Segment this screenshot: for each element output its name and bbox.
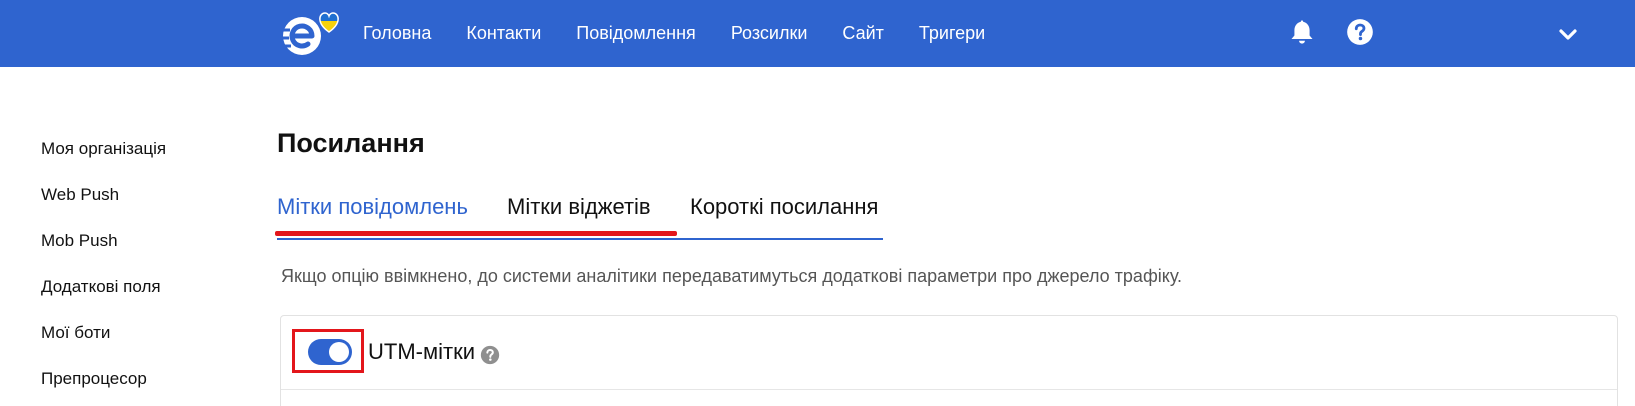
settings-sidebar: Моя організація Web Push Mob Push Додатк… [41, 136, 261, 406]
bell-icon[interactable] [1288, 18, 1316, 46]
sidebar-item-preprocessor[interactable]: Препроцесор [41, 366, 261, 406]
panel-divider [281, 389, 1617, 390]
utm-toggle[interactable] [308, 339, 352, 365]
top-navbar: Головна Контакти Повідомлення Розсилки С… [0, 0, 1635, 67]
sidebar-item-my-organization[interactable]: Моя організація [41, 136, 261, 182]
highlight-annotation [275, 231, 677, 236]
nav-contacts[interactable]: Контакти [466, 23, 541, 44]
nav-home[interactable]: Головна [363, 23, 431, 44]
sidebar-item-custom-fields[interactable]: Додаткові поля [41, 274, 261, 320]
logo-icon[interactable] [278, 8, 346, 58]
tab-message-tags[interactable]: Мітки повідомлень [277, 194, 468, 220]
tab-short-links[interactable]: Короткі посилання [690, 194, 878, 220]
nav-messages[interactable]: Повідомлення [576, 23, 696, 44]
toggle-knob [329, 342, 349, 362]
nav-triggers[interactable]: Тригери [919, 23, 985, 44]
tab-bar: Мітки повідомлень Мітки віджетів Короткі… [275, 188, 883, 240]
utm-label: UTM-мітки [368, 339, 475, 364]
sidebar-item-my-bots[interactable]: Мої боти [41, 320, 261, 366]
nav-site[interactable]: Сайт [842, 23, 884, 44]
utm-panel: UTM-мітки [280, 315, 1618, 406]
page-title: Посилання [277, 128, 425, 158]
chevron-down-icon[interactable] [1556, 22, 1580, 46]
description-text: Якщо опцію ввімкнено, до системи аналіти… [281, 266, 1183, 286]
sidebar-item-mob-push[interactable]: Mob Push [41, 228, 261, 274]
sidebar-item-web-push[interactable]: Web Push [41, 182, 261, 228]
question-circle-icon[interactable] [480, 345, 500, 365]
nav-campaigns[interactable]: Розсилки [731, 23, 808, 44]
tab-widget-tags[interactable]: Мітки віджетів [507, 194, 651, 220]
help-icon[interactable] [1346, 18, 1374, 46]
main-nav: Головна Контакти Повідомлення Розсилки С… [363, 0, 1020, 67]
